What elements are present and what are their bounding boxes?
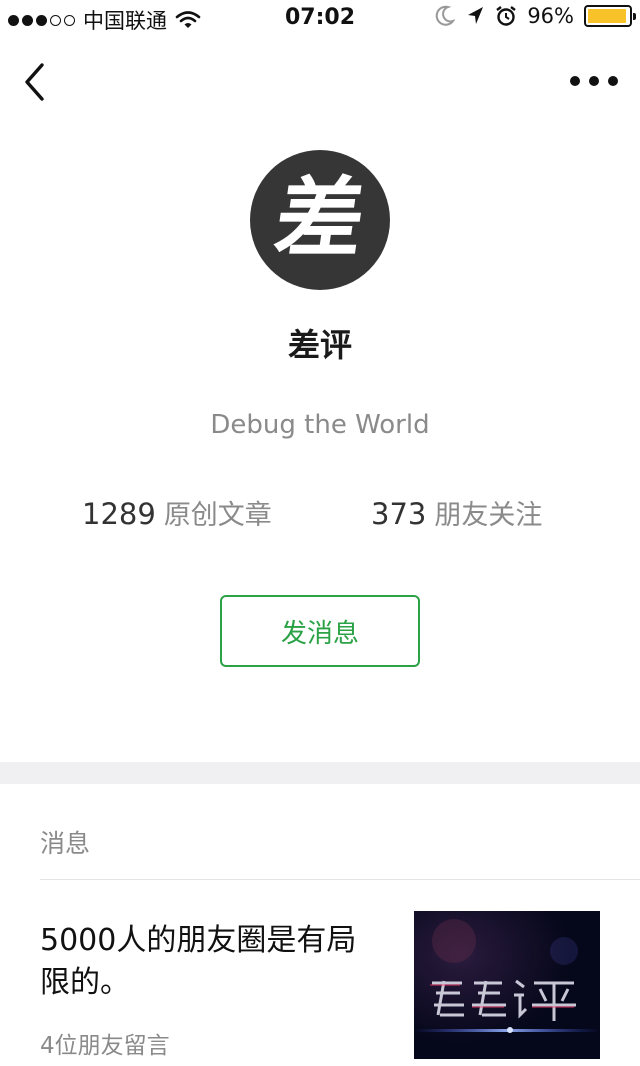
account-stats: 1289 原创文章 373 朋友关注 [0, 493, 640, 533]
messages-section-title: 消息 [40, 829, 91, 858]
more-dot-icon [589, 76, 599, 86]
friends-following-label: 朋友关注 [434, 500, 543, 531]
alarm-clock-icon [496, 6, 517, 26]
status-right: 96% [435, 4, 636, 28]
battery-level [588, 9, 627, 23]
more-options-button[interactable] [570, 66, 618, 96]
battery-percentage: 96% [527, 4, 574, 28]
account-avatar[interactable]: 差 [250, 150, 390, 290]
article-title[interactable]: 5000人的朋友圈是有局限的。 [40, 920, 380, 1004]
status-bar: 中国联通 07:02 96% [0, 0, 640, 36]
friends-following-stat[interactable]: 373 朋友关注 [371, 493, 542, 532]
more-dot-icon [570, 76, 580, 86]
original-articles-count: 1289 [82, 497, 156, 531]
more-dot-icon [608, 76, 618, 86]
avatar-logo-char: 差 [268, 167, 372, 270]
account-name: 差评 [287, 326, 352, 364]
send-message-button[interactable]: 发消息 [220, 595, 420, 667]
moon-icon [436, 5, 456, 26]
back-button[interactable] [16, 60, 52, 104]
original-articles-label: 原创文章 [163, 500, 272, 531]
article-thumbnail[interactable] [414, 911, 600, 1059]
article-list-item[interactable]: 5000人的朋友圈是有局限的。 4位朋友留言 [0, 880, 640, 1066]
article-comment-count: 4位朋友留言 [40, 1033, 170, 1059]
account-slogan: Debug the World [210, 410, 430, 440]
section-divider [0, 762, 640, 784]
friends-following-count: 373 [371, 497, 427, 531]
original-articles-stat[interactable]: 1289 原创文章 [82, 493, 272, 532]
battery-icon [584, 5, 636, 27]
battery-tip [633, 13, 636, 20]
location-arrow-icon [468, 7, 484, 24]
thumbnail-image [414, 911, 600, 1059]
chevron-left-icon [25, 63, 44, 101]
